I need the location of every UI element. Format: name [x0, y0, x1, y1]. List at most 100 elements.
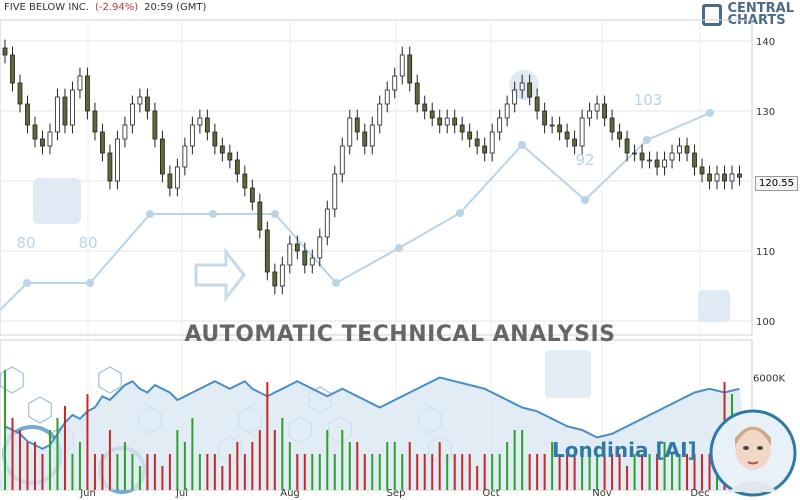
trend-up-icon	[698, 290, 730, 322]
candle-body	[189, 124, 195, 147]
volume-bar	[498, 454, 501, 490]
volume-bar	[183, 442, 186, 490]
volume-bar	[116, 454, 119, 490]
forecast-point	[456, 209, 464, 217]
candle-body	[122, 124, 128, 140]
volume-bar	[176, 430, 179, 490]
hexagon-shape	[98, 366, 122, 394]
volume-bar	[491, 454, 494, 490]
candle-body	[729, 173, 735, 182]
volume-bar	[213, 454, 216, 490]
candle-body	[10, 54, 15, 84]
volume-bar	[131, 454, 134, 490]
candle-body	[587, 110, 593, 119]
candle-body	[115, 138, 120, 182]
candle-body	[662, 159, 667, 168]
y-tick-label: 130	[756, 107, 775, 118]
candle-body	[474, 138, 480, 147]
candle-body	[632, 152, 637, 155]
volume-bar	[356, 442, 359, 490]
volume-bar	[701, 454, 704, 490]
volume-bar	[56, 418, 59, 490]
candle-body	[557, 124, 563, 133]
volume-bar	[4, 370, 6, 490]
candle-body	[677, 145, 682, 154]
candle-body	[25, 103, 30, 126]
forecast-point	[23, 279, 31, 287]
volume-bar	[341, 430, 344, 490]
candle-body	[137, 96, 143, 105]
x-tick-label: Dec	[690, 488, 709, 499]
volume-bar	[393, 442, 396, 490]
candle-body	[130, 103, 135, 126]
hexagon-shape	[28, 396, 52, 424]
candle-body	[377, 103, 383, 126]
candle-body	[647, 159, 652, 162]
candle-body	[369, 124, 375, 147]
volume-bar	[318, 454, 321, 490]
candle-body	[227, 152, 233, 161]
volume-bar	[431, 454, 434, 490]
candle-body	[549, 124, 555, 127]
volume-bar	[446, 454, 449, 490]
x-tick-label: Aug	[280, 488, 300, 499]
volume-bar	[243, 454, 246, 490]
candle-body	[32, 124, 38, 140]
volume-bar	[476, 466, 479, 490]
candle-body	[257, 201, 263, 231]
volume-area	[0, 377, 752, 490]
volume-bar	[273, 430, 276, 490]
candle-body	[249, 187, 255, 203]
volume-bar	[468, 454, 471, 490]
candle-body	[399, 54, 405, 77]
candle-body	[572, 138, 578, 147]
forecast-point	[209, 210, 217, 218]
volume-bar	[33, 442, 36, 490]
volume-bar	[221, 466, 224, 490]
candle-body	[654, 159, 660, 168]
volume-bar	[146, 454, 149, 490]
candle-body	[234, 159, 240, 175]
candle-body	[579, 117, 585, 147]
candle-body	[362, 131, 368, 147]
forecast-point	[395, 244, 403, 252]
forecast-point	[271, 210, 279, 218]
volume-bar	[483, 454, 486, 490]
arrow-right-icon	[194, 247, 246, 303]
candle-body	[55, 96, 60, 133]
candle-body	[85, 75, 90, 112]
candle-body	[219, 145, 225, 154]
candle-body	[309, 257, 315, 266]
avatar-icon	[709, 409, 797, 497]
volume-bar	[626, 466, 629, 490]
candle-body	[2, 47, 8, 56]
candle-body	[384, 89, 390, 105]
forecast-line	[0, 112, 711, 311]
candle-body	[302, 250, 308, 266]
volume-bar	[108, 430, 111, 490]
volume-bar	[296, 454, 299, 490]
volume-bar	[251, 442, 254, 490]
candle-body	[422, 103, 428, 112]
candle-body	[527, 82, 533, 98]
volume-bar	[401, 454, 404, 490]
candle-body	[272, 271, 278, 287]
candle-body	[437, 117, 443, 126]
volume-bar	[438, 442, 441, 490]
volume-panel	[0, 370, 752, 490]
candle-body	[339, 145, 345, 175]
x-tick-label: Jun	[79, 488, 96, 499]
candle-body	[444, 117, 450, 126]
volume-bar	[71, 454, 74, 490]
candle-body	[714, 173, 720, 182]
candle-body	[684, 145, 690, 154]
volume-bar	[206, 454, 209, 490]
volume-bar	[311, 454, 314, 490]
x-tick-label: Oct	[482, 488, 499, 499]
candle-body	[287, 243, 293, 266]
volume-bar	[18, 430, 21, 490]
candle-body	[242, 173, 248, 189]
y-tick-label: 110	[756, 247, 775, 258]
candle-body	[317, 236, 323, 259]
volume-bar	[161, 466, 164, 490]
